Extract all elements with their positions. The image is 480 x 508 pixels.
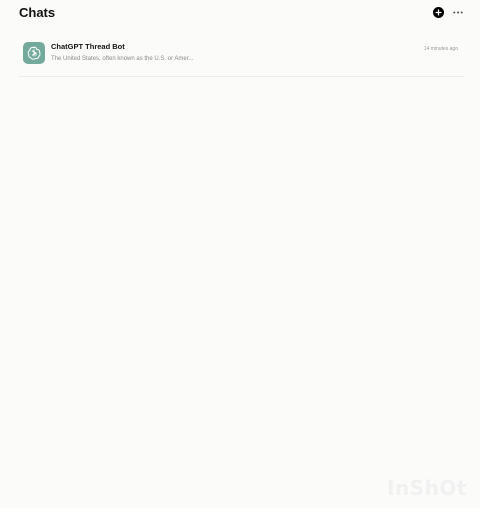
watermark: InShOt	[387, 476, 467, 500]
chat-list-item[interactable]: ChatGPT Thread Bot The United States, of…	[19, 37, 464, 77]
ellipsis-icon	[453, 11, 463, 14]
plus-icon	[435, 9, 442, 16]
avatar	[23, 42, 45, 64]
chat-name: ChatGPT Thread Bot	[51, 42, 125, 51]
openai-logo-icon	[27, 46, 41, 60]
chats-app: Chats ChatGPT Thread Bot The United Stat…	[0, 0, 480, 508]
header: Chats	[0, 0, 480, 30]
new-chat-button[interactable]	[433, 7, 444, 18]
chat-preview: The United States, often known as the U.…	[51, 56, 194, 62]
chat-list: ChatGPT Thread Bot The United States, of…	[19, 37, 464, 77]
more-options-button[interactable]	[452, 7, 464, 18]
chat-body: ChatGPT Thread Bot The United States, of…	[51, 42, 464, 64]
chat-timestamp: 14 minutes ago	[423, 46, 458, 52]
page-title: Chats	[19, 5, 56, 20]
header-actions	[433, 7, 464, 18]
